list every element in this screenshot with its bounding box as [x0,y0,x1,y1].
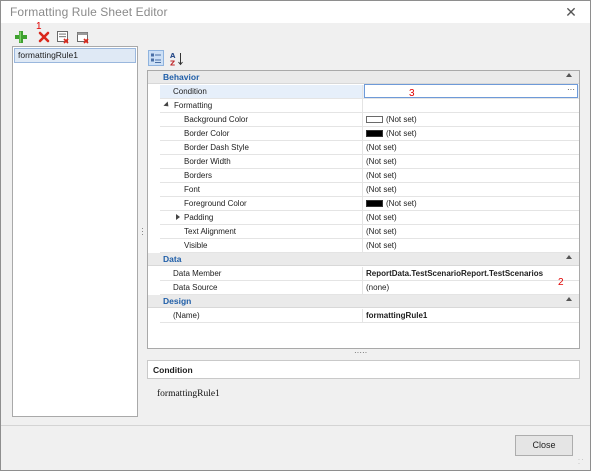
color-swatch [366,116,383,123]
property-row-data-source[interactable]: Data Source (none) [160,281,579,295]
property-row-text-alignment[interactable]: Text Alignment (Not set) [160,225,579,239]
property-name: Border Width [160,155,363,168]
property-name: Padding [160,211,363,224]
property-value[interactable]: (Not set) [364,225,578,238]
rules-list[interactable]: formattingRule1 [12,46,138,417]
property-name: Text Alignment [160,225,363,238]
expand-arrow-icon[interactable] [176,214,180,220]
property-name: Visible [160,239,363,252]
property-value[interactable]: (Not set) [364,141,578,154]
padding-label: Padding [184,213,214,222]
sort-az-icon[interactable]: A Z [168,50,184,68]
close-button[interactable]: Close [515,435,573,456]
categorized-icon[interactable] [148,50,164,66]
property-value[interactable]: formattingRule1 [364,309,578,322]
property-row-name[interactable]: (Name) formattingRule1 [160,309,579,323]
property-toolbar: A Z [148,50,208,68]
formatting-label: Formatting [174,101,213,110]
property-value[interactable]: (none) [364,281,578,294]
rules-toolbar: 1 [10,21,130,45]
window-title: Formatting Rule Sheet Editor [10,5,168,19]
property-name: Border Dash Style [160,141,363,154]
description-body: formattingRule1 [157,389,220,399]
horizontal-splitter-grip[interactable]: ····· [354,349,370,357]
property-name: Borders [160,169,363,182]
property-value[interactable]: (Not set) [364,169,578,182]
property-row-background-color[interactable]: Background Color (Not set) [160,113,579,127]
property-value[interactable]: (Not set) [364,183,578,196]
property-name: (Name) [160,309,363,322]
close-window-icon[interactable]: ✕ [562,3,580,21]
property-value[interactable]: (Not set) [364,197,578,210]
collapse-arrow-icon[interactable] [566,255,572,259]
property-name: Data Member [160,267,363,280]
property-row-border-dash-style[interactable]: Border Dash Style (Not set) [160,141,579,155]
property-row-font[interactable]: Font (Not set) [160,183,579,197]
property-row-foreground-color[interactable]: Foreground Color (Not set) [160,197,579,211]
category-data-label: Data [163,254,182,264]
dialog-window: Formatting Rule Sheet Editor ✕ 1 formatt… [0,0,591,471]
condition-value-field[interactable] [364,84,578,98]
rule-list-item[interactable]: formattingRule1 [14,48,136,63]
value-text: (Not set) [386,115,417,124]
property-row-visible[interactable]: Visible (Not set) [160,239,579,253]
property-value[interactable]: (Not set) [364,113,578,126]
property-row-border-color[interactable]: Border Color (Not set) [160,127,579,141]
property-name: Foreground Color [160,197,363,210]
title-bar: Formatting Rule Sheet Editor ✕ [1,1,590,23]
property-value[interactable]: (Not set) [364,211,578,224]
description-panel: Condition [147,360,580,379]
property-value[interactable]: ReportData.TestScenarioReport.TestScenar… [364,267,578,280]
category-behavior-label: Behavior [163,72,200,82]
property-row-border-width[interactable]: Border Width (Not set) [160,155,579,169]
ellipsis-button[interactable]: ··· [564,86,578,97]
property-name: Data Source [160,281,363,294]
property-name: Font [160,183,363,196]
vertical-splitter-grip[interactable]: · · · [141,225,144,239]
resize-grip-icon[interactable]: · · · [578,457,586,467]
property-name: Condition [160,85,363,98]
value-text: (Not set) [386,129,417,138]
category-design-label: Design [163,296,192,306]
property-value[interactable]: (Not set) [364,239,578,252]
color-swatch [366,200,383,207]
property-value[interactable]: (Not set) [364,127,578,140]
svg-text:Z: Z [170,60,175,68]
category-data[interactable]: Data [148,253,579,266]
property-row-borders[interactable]: Borders (Not set) [160,169,579,183]
expand-arrow-icon[interactable] [163,101,171,109]
property-value[interactable]: (Not set) [364,155,578,168]
footer-divider [1,425,590,426]
color-swatch [366,130,383,137]
description-title: Condition [153,365,193,375]
collapse-arrow-icon[interactable] [566,297,572,301]
collapse-arrow-icon[interactable] [566,73,572,77]
annotation-number-3: 3 [409,88,415,99]
category-design[interactable]: Design [148,295,579,308]
annotation-number-2: 2 [558,277,564,288]
property-row-padding[interactable]: Padding (Not set) [160,211,579,225]
value-text: (Not set) [386,199,417,208]
property-name: Formatting [160,99,363,112]
property-name: Background Color [160,113,363,126]
property-row-condition[interactable]: Condition ··· [160,84,579,99]
category-behavior[interactable]: Behavior [148,71,579,84]
property-row-data-member[interactable]: Data Member ReportData.TestScenarioRepor… [160,267,579,281]
property-name: Border Color [160,127,363,140]
property-grid: Behavior Condition ··· Formatting Backgr… [147,70,580,349]
property-value [364,99,578,112]
property-row-formatting[interactable]: Formatting [160,99,579,113]
